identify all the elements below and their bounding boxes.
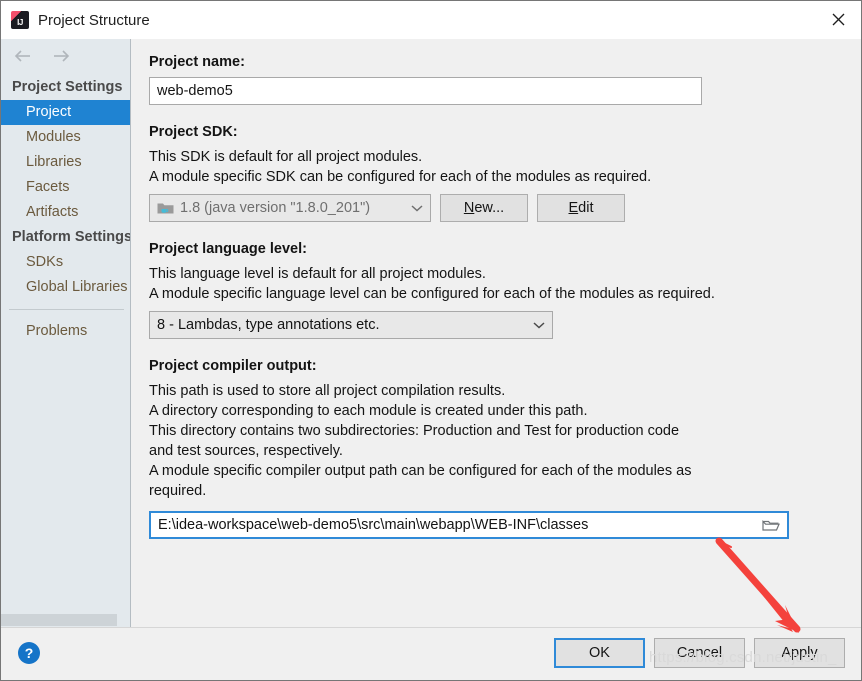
close-button[interactable]: [815, 1, 861, 38]
dialog-body: Project Settings Project Modules Librari…: [1, 39, 861, 627]
intellij-idea-logo-icon: [11, 11, 29, 29]
new-sdk-button[interactable]: New...: [440, 194, 528, 222]
sidebar-group-project-settings: Project Settings: [12, 79, 123, 95]
sidebar-item-artifacts[interactable]: Artifacts: [1, 200, 130, 225]
project-sdk-combobox[interactable]: 1.8 (java version "1.8.0_201"): [149, 194, 431, 222]
language-level-desc-2: A module specific language level can be …: [149, 286, 715, 302]
title-bar: Project Structure: [1, 1, 861, 39]
window-title: Project Structure: [38, 11, 150, 29]
sidebar-horizontal-scrollbar[interactable]: [1, 613, 130, 627]
compiler-output-desc-6: required.: [149, 483, 207, 499]
compiler-output-desc-5: A module specific compiler output path c…: [149, 463, 692, 479]
ok-button[interactable]: OK: [554, 638, 645, 668]
chevron-down-icon: [530, 321, 548, 329]
project-sdk-value: 1.8 (java version "1.8.0_201"): [180, 200, 371, 216]
compiler-output-label: Project compiler output:: [149, 358, 317, 374]
sidebar-item-facets[interactable]: Facets: [1, 175, 130, 200]
help-button[interactable]: ?: [18, 642, 40, 664]
forward-button[interactable]: [50, 46, 72, 66]
sidebar-item-global-libraries[interactable]: Global Libraries: [1, 275, 130, 300]
language-level-combobox[interactable]: 8 - Lambdas, type annotations etc.: [149, 311, 553, 339]
language-level-desc-1: This language level is default for all p…: [149, 266, 486, 282]
sidebar-item-problems[interactable]: Problems: [1, 319, 130, 344]
sidebar-group-platform-settings: Platform Settings: [12, 229, 130, 245]
edit-sdk-button[interactable]: Edit: [537, 194, 625, 222]
compiler-output-desc-1: This path is used to store all project c…: [149, 383, 506, 399]
chevron-down-icon: [408, 204, 426, 212]
project-sdk-desc-1: This SDK is default for all project modu…: [149, 149, 423, 165]
java-sdk-folder-icon: [157, 201, 174, 215]
sidebar-item-modules[interactable]: Modules: [1, 125, 130, 150]
project-sdk-desc-2: A module specific SDK can be configured …: [149, 169, 652, 185]
folder-browse-icon[interactable]: [761, 515, 781, 535]
arrow-left-icon: [14, 50, 30, 62]
cancel-button[interactable]: Cancel: [654, 638, 745, 668]
sidebar-item-project[interactable]: Project: [1, 100, 130, 125]
compiler-output-desc-4: and test sources, respectively.: [149, 443, 343, 459]
close-icon: [832, 13, 844, 26]
project-sdk-label: Project SDK:: [149, 124, 238, 140]
language-level-value: 8 - Lambdas, type annotations etc.: [157, 317, 380, 333]
dialog-actions: OK Cancel Apply: [554, 638, 845, 668]
compiler-output-path-value: E:\idea-workspace\web-demo5\src\main\web…: [158, 517, 589, 533]
project-settings-panel: Project name: web-demo5 Project SDK: Thi…: [131, 39, 861, 627]
project-name-value: web-demo5: [157, 83, 233, 99]
compiler-output-path-input[interactable]: E:\idea-workspace\web-demo5\src\main\web…: [149, 511, 789, 539]
apply-button[interactable]: Apply: [754, 638, 845, 668]
help-question-icon: ?: [24, 645, 34, 661]
project-name-label: Project name:: [149, 54, 245, 70]
dialog-footer: ? OK Cancel Apply: [1, 627, 861, 680]
back-button[interactable]: [12, 46, 34, 66]
settings-category-list: Project Settings Project Modules Librari…: [1, 73, 130, 613]
sidebar-navigation: [1, 39, 130, 73]
sidebar-divider: [9, 309, 124, 310]
scrollbar-thumb[interactable]: [1, 614, 117, 626]
compiler-output-desc-3: This directory contains two subdirectori…: [149, 423, 680, 439]
project-name-input[interactable]: web-demo5: [149, 77, 702, 105]
settings-sidebar: Project Settings Project Modules Librari…: [1, 39, 131, 627]
compiler-output-desc-2: A directory corresponding to each module…: [149, 403, 588, 419]
project-sdk-row: 1.8 (java version "1.8.0_201") New... Ed…: [149, 194, 841, 222]
language-level-label: Project language level:: [149, 241, 307, 257]
sidebar-item-libraries[interactable]: Libraries: [1, 150, 130, 175]
project-structure-dialog: Project Structure: [0, 0, 862, 681]
arrow-right-icon: [54, 50, 70, 62]
sidebar-item-sdks[interactable]: SDKs: [1, 250, 130, 275]
